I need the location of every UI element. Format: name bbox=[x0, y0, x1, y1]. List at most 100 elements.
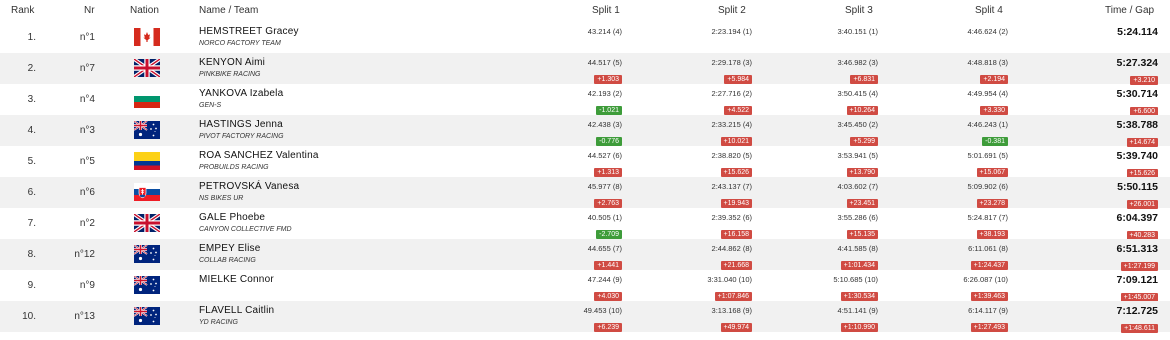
split-time: 2:39.352 (6) bbox=[711, 213, 752, 222]
rider-name[interactable]: MIELKE Connor bbox=[199, 274, 274, 285]
split-gap-badge: -2.709 bbox=[596, 230, 622, 239]
rank-cell: 1. bbox=[27, 32, 36, 43]
split-3-cell: 3:53.941 (5) +13.790 bbox=[758, 151, 878, 179]
header-name-team[interactable]: Name / Team bbox=[199, 5, 258, 16]
split-1-cell: 44.517 (5) +1.303 bbox=[502, 58, 622, 86]
split-time: 4:46.243 (1) bbox=[967, 120, 1008, 129]
table-row[interactable]: 3. n°4 YANKOVA Izabela GEN-S 42.193 (2) -1.02… bbox=[0, 84, 1170, 117]
header-rank[interactable]: Rank bbox=[11, 5, 34, 16]
table-body: 1. n°1 HEMSTREET Gracey NORCO FACTORY TEAM 4… bbox=[0, 22, 1170, 335]
flag-canada-icon bbox=[134, 28, 160, 46]
split-3-cell: 4:03.602 (7) +23.451 bbox=[758, 182, 878, 210]
table-row[interactable]: 10. n°13 FLAVELL Caitlin YD RACING 49.453 (1… bbox=[0, 301, 1170, 335]
split-time: 4:41.585 (8) bbox=[837, 244, 878, 253]
final-time-cell: 5:24.114 bbox=[1028, 26, 1158, 38]
split-gap-badge: +19.943 bbox=[720, 199, 752, 208]
split-gap-badge: +1.303 bbox=[594, 75, 622, 84]
split-time: 3:40.151 (1) bbox=[837, 27, 878, 36]
table-row[interactable]: 6. n°6 PETROVSKÁ Vanesa NS BIKES UR 45.977 (… bbox=[0, 177, 1170, 211]
split-2-cell: 2:39.352 (6) +16.158 bbox=[632, 213, 752, 241]
header-split1[interactable]: Split 1 bbox=[592, 5, 620, 16]
split-1-cell: 45.977 (8) +2.763 bbox=[502, 182, 622, 210]
flag-colombia-icon bbox=[134, 152, 160, 170]
bib-number: n°12 bbox=[74, 249, 95, 260]
split-time: 3:45.450 (2) bbox=[837, 120, 878, 129]
flag-australia-icon bbox=[134, 245, 160, 263]
split-time: 3:50.415 (4) bbox=[837, 89, 878, 98]
rider-name[interactable]: HASTINGS Jenna bbox=[199, 119, 283, 130]
split-gap-badge: -0.381 bbox=[982, 137, 1008, 146]
split-gap-badge: +21.668 bbox=[720, 261, 752, 270]
header-nr[interactable]: Nr bbox=[84, 5, 95, 16]
header-split2[interactable]: Split 2 bbox=[718, 5, 746, 16]
table-row[interactable]: 7. n°2 GALE Phoebe CANYON COLLECTIVE FMD 40.… bbox=[0, 208, 1170, 241]
split-1-cell: 42.438 (3) -0.776 bbox=[502, 120, 622, 148]
bib-number: n°5 bbox=[79, 156, 95, 167]
table-row[interactable]: 4. n°3 HASTINGS Jenna PIVOT FACTORY RACING 4… bbox=[0, 115, 1170, 148]
split-time: 2:33.215 (4) bbox=[711, 120, 752, 129]
split-time: 42.193 (2) bbox=[587, 89, 622, 98]
split-time: 4:51.141 (9) bbox=[837, 306, 878, 315]
results-table: Rank Nr Nation Name / Team Split 1 Split… bbox=[0, 0, 1170, 335]
rider-name[interactable]: EMPEY Elise bbox=[199, 243, 260, 254]
split-time: 2:27.716 (2) bbox=[711, 89, 752, 98]
rider-name[interactable]: ROA SANCHEZ Valentina bbox=[199, 150, 319, 161]
header-nation[interactable]: Nation bbox=[130, 5, 159, 16]
final-time-cell: 7:12.725 +1:48.611 bbox=[1028, 305, 1158, 335]
rank-cell: 2. bbox=[27, 63, 36, 74]
split-2-cell: 3:31.040 (10) +1:07.846 bbox=[632, 275, 752, 303]
bib-number: n°13 bbox=[74, 311, 95, 322]
split-gap-badge: +15.135 bbox=[846, 230, 878, 239]
bib-number: n°6 bbox=[79, 187, 95, 198]
rider-name[interactable]: KENYON Aimi bbox=[199, 57, 265, 68]
split-3-cell: 5:10.685 (10) +1:30.534 bbox=[758, 275, 878, 303]
split-gap-badge: +1:39.463 bbox=[970, 292, 1008, 301]
table-row[interactable]: 8. n°12 EMPEY Elise COLLAB RACING 44.655 (7)… bbox=[0, 239, 1170, 272]
table-row[interactable]: 2. n°7 KENYON Aimi PINKBIKE RACING 44.517 (5… bbox=[0, 53, 1170, 86]
split-gap-badge: +5.299 bbox=[850, 137, 878, 146]
bib-number: n°3 bbox=[79, 125, 95, 136]
split-time: 4:49.954 (4) bbox=[967, 89, 1008, 98]
split-time: 3:31.040 (10) bbox=[707, 275, 752, 284]
split-time: 3:13.168 (9) bbox=[711, 306, 752, 315]
header-split3[interactable]: Split 3 bbox=[845, 5, 873, 16]
split-3-cell: 4:51.141 (9) +1:10.990 bbox=[758, 306, 878, 334]
split-time: 5:01.691 (5) bbox=[967, 151, 1008, 160]
flag-australia-icon bbox=[134, 307, 160, 325]
table-row[interactable]: 1. n°1 HEMSTREET Gracey NORCO FACTORY TEAM 4… bbox=[0, 22, 1170, 53]
split-time: 44.517 (5) bbox=[587, 58, 622, 67]
split-2-cell: 2:23.194 (1) bbox=[632, 27, 752, 37]
split-gap-badge: +1:07.846 bbox=[714, 292, 752, 301]
final-time-cell: 5:50.115 +26.001 bbox=[1028, 181, 1158, 211]
rider-name[interactable]: HEMSTREET Gracey bbox=[199, 26, 299, 37]
rank-cell: 5. bbox=[27, 156, 36, 167]
table-row[interactable]: 5. n°5 ROA SANCHEZ Valentina PROBUILDS RACI… bbox=[0, 146, 1170, 179]
final-time: 7:09.121 bbox=[1116, 274, 1158, 286]
split-4-cell: 4:49.954 (4) +3.330 bbox=[888, 89, 1008, 117]
bib-number: n°9 bbox=[79, 280, 95, 291]
final-gap-badge: +1:48.611 bbox=[1121, 324, 1158, 333]
split-gap-badge: +16.158 bbox=[720, 230, 752, 239]
split-2-cell: 2:38.820 (5) +15.626 bbox=[632, 151, 752, 179]
rider-name[interactable]: YANKOVA Izabela bbox=[199, 88, 283, 99]
split-1-cell: 40.505 (1) -2.709 bbox=[502, 213, 622, 241]
table-row[interactable]: 9. n°9 MIELKE Connor 47.244 (9) +4.030 3:31.0… bbox=[0, 270, 1170, 303]
split-3-cell: 3:46.982 (3) +6.831 bbox=[758, 58, 878, 86]
split-gap-badge: +4.030 bbox=[594, 292, 622, 301]
split-time: 2:23.194 (1) bbox=[711, 27, 752, 36]
split-gap-badge: +4.522 bbox=[724, 106, 752, 115]
split-1-cell: 47.244 (9) +4.030 bbox=[502, 275, 622, 303]
split-gap-badge: +3.330 bbox=[980, 106, 1008, 115]
rider-name[interactable]: PETROVSKÁ Vanesa bbox=[199, 181, 299, 192]
header-split4[interactable]: Split 4 bbox=[975, 5, 1003, 16]
split-gap-badge: +1:24.437 bbox=[970, 261, 1008, 270]
header-time-gap[interactable]: Time / Gap bbox=[1105, 5, 1154, 16]
split-2-cell: 2:27.716 (2) +4.522 bbox=[632, 89, 752, 117]
team-name: COLLAB RACING bbox=[199, 257, 256, 264]
rank-cell: 9. bbox=[27, 280, 36, 291]
split-time: 44.655 (7) bbox=[587, 244, 622, 253]
rider-name[interactable]: FLAVELL Caitlin bbox=[199, 305, 274, 316]
split-4-cell: 6:11.061 (8) +1:24.437 bbox=[888, 244, 1008, 272]
split-time: 6:26.087 (10) bbox=[963, 275, 1008, 284]
rider-name[interactable]: GALE Phoebe bbox=[199, 212, 265, 223]
